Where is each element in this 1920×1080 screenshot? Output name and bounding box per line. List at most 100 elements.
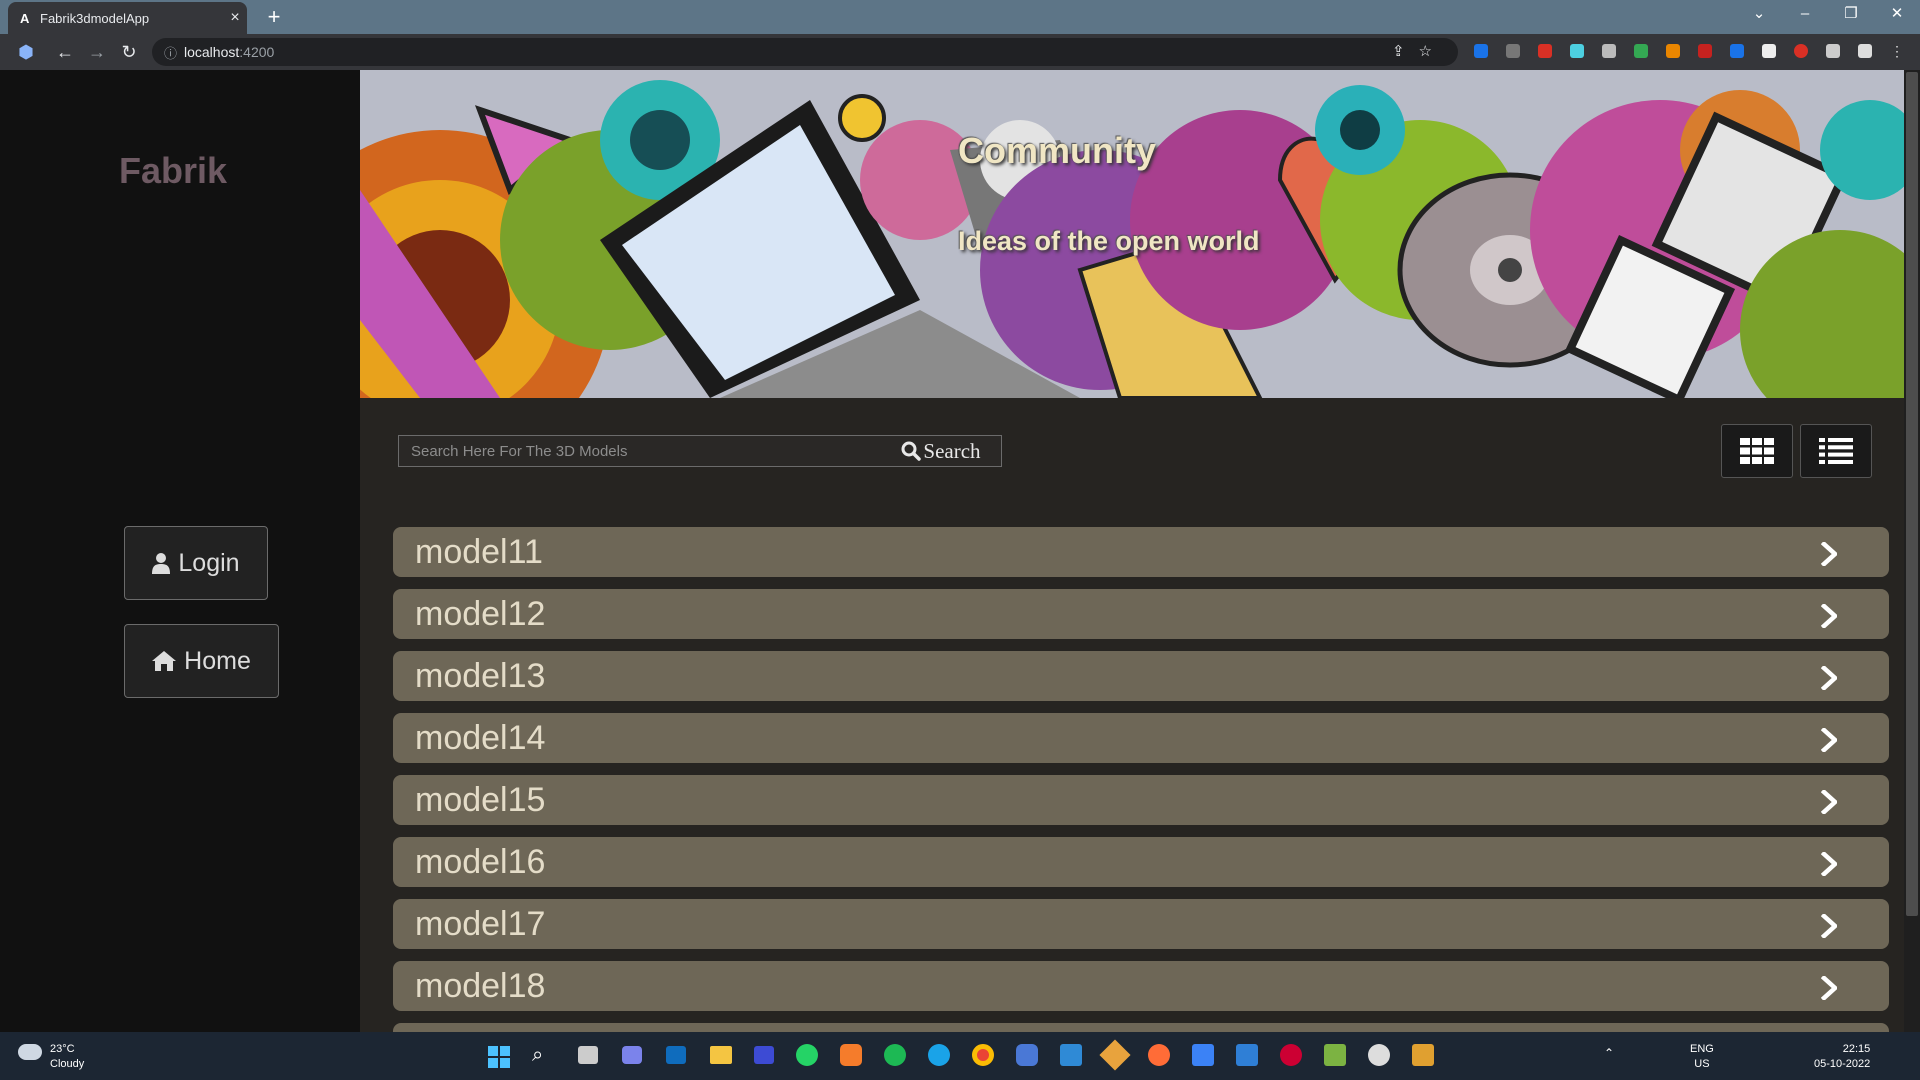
git-icon[interactable] bbox=[1099, 1039, 1131, 1071]
whatsapp-icon[interactable] bbox=[796, 1044, 818, 1066]
tab-search-icon[interactable]: ⌄ bbox=[1736, 0, 1782, 30]
home-icon bbox=[152, 651, 177, 671]
minimize-icon[interactable]: – bbox=[1782, 0, 1828, 30]
model-list-item[interactable]: model14 bbox=[393, 713, 1889, 763]
weather-widget[interactable]: 23°C Cloudy bbox=[50, 1042, 84, 1072]
model-name: model18 bbox=[415, 966, 546, 1005]
url-host: localhost bbox=[184, 44, 240, 60]
address-bar[interactable]: ⓘ localhost:4200 ⇪☆ bbox=[152, 38, 1458, 66]
restore-icon[interactable]: ❐ bbox=[1828, 0, 1874, 30]
grid-view-button[interactable] bbox=[1721, 424, 1793, 478]
close-window-icon[interactable]: ✕ bbox=[1874, 0, 1920, 30]
puzzle-extensions-icon[interactable] bbox=[1826, 44, 1840, 58]
file-explorer-icon[interactable] bbox=[710, 1046, 732, 1064]
chevron-right-icon[interactable] bbox=[1821, 914, 1837, 938]
vscode-icon[interactable] bbox=[1060, 1044, 1082, 1066]
chevron-right-icon[interactable] bbox=[1821, 728, 1837, 752]
search-icon bbox=[901, 441, 922, 461]
browser-app-icon[interactable] bbox=[1016, 1044, 1038, 1066]
reload-icon[interactable]: ↻ bbox=[115, 38, 143, 66]
search-button[interactable]: Search bbox=[881, 436, 1001, 466]
login-button[interactable]: Login bbox=[124, 526, 268, 600]
list-view-button[interactable] bbox=[1800, 424, 1872, 478]
brand-title: Fabrik bbox=[119, 150, 228, 191]
model-name: model14 bbox=[415, 718, 546, 757]
extension-icon[interactable] bbox=[1730, 44, 1744, 58]
postman-icon[interactable] bbox=[1148, 1044, 1170, 1066]
search-button-label: Search bbox=[923, 438, 981, 463]
extension-icon[interactable] bbox=[1794, 44, 1808, 58]
model-list-item[interactable]: model15 bbox=[393, 775, 1889, 825]
list-item-partial[interactable] bbox=[393, 1023, 1889, 1032]
chevron-right-icon[interactable] bbox=[1821, 852, 1837, 876]
extension-icon[interactable] bbox=[1570, 44, 1584, 58]
extension-icon[interactable] bbox=[1698, 44, 1712, 58]
extension-icon[interactable] bbox=[1506, 44, 1520, 58]
list-icon bbox=[1819, 438, 1853, 464]
app-icon[interactable] bbox=[754, 1046, 774, 1064]
spotify-icon[interactable] bbox=[884, 1044, 906, 1066]
model-list-item[interactable]: model13 bbox=[393, 651, 1889, 701]
extension-icon[interactable] bbox=[1474, 44, 1488, 58]
model-list-item[interactable]: model11 bbox=[393, 527, 1889, 577]
windows-start-icon[interactable] bbox=[488, 1046, 510, 1068]
task-view-icon[interactable] bbox=[578, 1046, 598, 1064]
extension-icon[interactable] bbox=[1762, 44, 1776, 58]
extension-icon[interactable] bbox=[1538, 44, 1552, 58]
extension-icon[interactable] bbox=[1602, 44, 1616, 58]
clock-app-icon[interactable] bbox=[1368, 1044, 1390, 1066]
todo-icon[interactable] bbox=[1192, 1044, 1214, 1066]
model-list-item[interactable]: model16 bbox=[393, 837, 1889, 887]
model-list: model11 model12 model13 model14 model15 model… bbox=[393, 527, 1889, 1023]
search-input[interactable] bbox=[399, 436, 881, 466]
model-name: model17 bbox=[415, 904, 546, 943]
main-content: Community Ideas of the open world Search… bbox=[360, 70, 1904, 1032]
extension-icon[interactable] bbox=[1666, 44, 1680, 58]
extension-icon[interactable] bbox=[1634, 44, 1648, 58]
model-list-item[interactable]: model12 bbox=[393, 589, 1889, 639]
bookmark-star-icon[interactable]: ⇪☆ bbox=[1392, 42, 1446, 60]
mail-icon[interactable] bbox=[1236, 1044, 1258, 1066]
app-icon[interactable] bbox=[1280, 1044, 1302, 1066]
page-scrollbar[interactable] bbox=[1904, 70, 1920, 1032]
chevron-right-icon[interactable] bbox=[1821, 604, 1837, 628]
chevron-right-icon[interactable] bbox=[1821, 542, 1837, 566]
model-name: model11 bbox=[415, 532, 543, 571]
edge-icon[interactable] bbox=[928, 1044, 950, 1066]
scrollbar-thumb[interactable] bbox=[1906, 72, 1918, 916]
browser-menu-icon[interactable]: ⋮ bbox=[1890, 44, 1904, 58]
login-label: Login bbox=[178, 548, 240, 577]
taskbar-search-icon[interactable]: ⌕ bbox=[532, 1044, 543, 1067]
model-name: model12 bbox=[415, 594, 546, 633]
model-list-item[interactable]: model18 bbox=[393, 961, 1889, 1011]
search-bar: Search bbox=[398, 435, 1002, 467]
browser-tab[interactable]: A Fabrik3dmodelApp × bbox=[8, 2, 247, 34]
notepad-icon[interactable] bbox=[1324, 1044, 1346, 1066]
tray-overflow-icon[interactable]: ⌃ bbox=[1604, 1046, 1614, 1060]
chrome-icon[interactable] bbox=[972, 1044, 994, 1066]
weather-cloud-icon[interactable] bbox=[18, 1044, 42, 1060]
side-panel-icon[interactable] bbox=[1858, 44, 1872, 58]
new-tab-button[interactable]: + bbox=[260, 4, 288, 30]
chevron-right-icon[interactable] bbox=[1821, 666, 1837, 690]
forward-icon[interactable]: → bbox=[83, 38, 111, 66]
extension-shield-icon[interactable]: ⬢ bbox=[12, 38, 40, 66]
home-label: Home bbox=[184, 646, 251, 675]
url-port: :4200 bbox=[239, 44, 275, 60]
xampp-icon[interactable] bbox=[840, 1044, 862, 1066]
model-name: model15 bbox=[415, 780, 546, 819]
model-list-item[interactable]: model17 bbox=[393, 899, 1889, 949]
chevron-right-icon[interactable] bbox=[1821, 790, 1837, 814]
site-info-icon[interactable]: ⓘ bbox=[164, 43, 184, 62]
paint-icon[interactable] bbox=[1412, 1044, 1434, 1066]
store-icon[interactable] bbox=[666, 1046, 686, 1064]
teams-chat-icon[interactable] bbox=[622, 1046, 642, 1064]
tab-close-icon[interactable]: × bbox=[223, 9, 247, 27]
banner-title: Community bbox=[958, 130, 1156, 171]
language-indicator[interactable]: ENG US bbox=[1690, 1042, 1714, 1072]
home-button[interactable]: Home bbox=[124, 624, 279, 698]
clock[interactable]: 22:15 05-10-2022 bbox=[1814, 1042, 1870, 1072]
chevron-right-icon[interactable] bbox=[1821, 976, 1837, 1000]
banner-subtitle: Ideas of the open world bbox=[958, 226, 1260, 256]
back-icon[interactable]: ← bbox=[51, 38, 79, 66]
